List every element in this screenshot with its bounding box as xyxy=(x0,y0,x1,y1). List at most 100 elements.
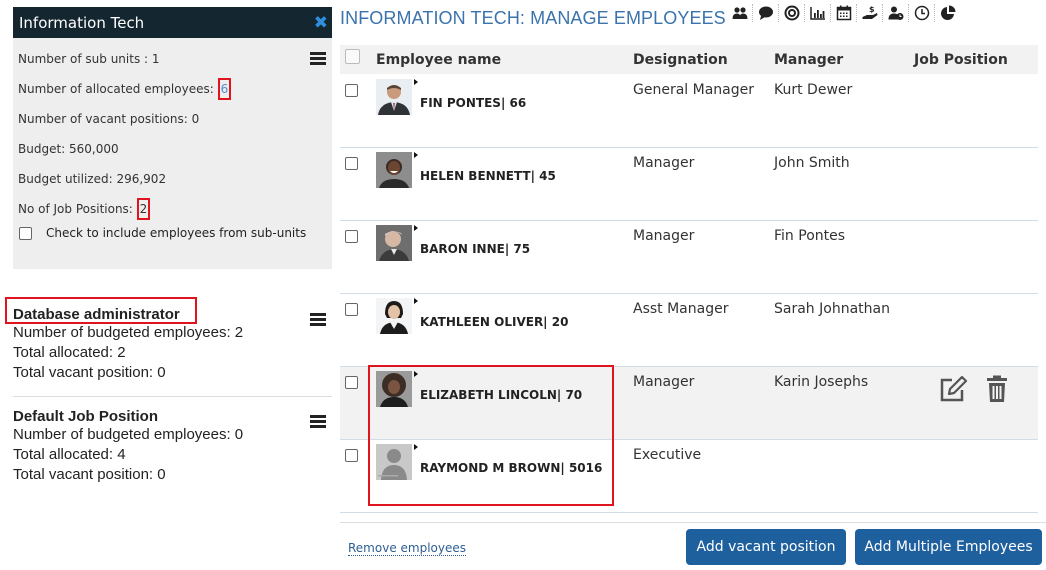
stat-allocated-employees: Number of allocated employees: 6 xyxy=(18,76,327,106)
expand-caret-icon[interactable] xyxy=(414,152,418,158)
expand-caret-icon[interactable] xyxy=(414,225,418,231)
remove-employees-link[interactable]: Remove employees xyxy=(348,541,466,556)
column-job-position[interactable]: Job Position xyxy=(914,52,1008,68)
job-position-menu-icon[interactable] xyxy=(310,313,326,326)
job-position-menu-icon[interactable] xyxy=(310,415,326,428)
add-multiple-employees-button[interactable]: Add Multiple Employees xyxy=(855,529,1042,565)
manager-cell: Kurt Dewer xyxy=(774,82,853,98)
unit-menu-icon[interactable] xyxy=(310,52,326,65)
stat-value: 0 xyxy=(191,112,200,126)
manager-cell: Sarah Johnathan xyxy=(774,301,890,317)
pie-chart-icon[interactable] xyxy=(935,4,961,22)
expand-caret-icon[interactable] xyxy=(414,444,418,450)
row-checkbox[interactable] xyxy=(345,157,358,170)
stat-value: 296,902 xyxy=(116,172,167,186)
stat-budget-utilized: Budget utilized: 296,902 xyxy=(18,166,327,196)
stat-value: 1 xyxy=(151,52,160,66)
designation-cell: Manager xyxy=(633,228,695,244)
manager-cell: Fin Pontes xyxy=(774,228,846,244)
edit-icon[interactable] xyxy=(938,375,968,403)
select-all-checkbox[interactable] xyxy=(345,49,360,64)
stat-sub-units: Number of sub units : 1 xyxy=(18,46,327,76)
target-icon[interactable] xyxy=(779,4,805,22)
manager-cell: John Smith xyxy=(774,155,850,171)
avatar-placeholder xyxy=(376,444,412,480)
column-manager[interactable]: Manager xyxy=(774,52,843,68)
calendar-icon[interactable] xyxy=(831,4,857,22)
row-actions xyxy=(938,375,1012,403)
unit-title: Information Tech xyxy=(19,13,145,32)
row-checkbox[interactable] xyxy=(345,230,358,243)
job-position-line: Number of budgeted employees: 0 xyxy=(13,426,244,443)
designation-cell: Executive xyxy=(633,447,702,463)
clock-icon[interactable] xyxy=(909,4,935,22)
avatar xyxy=(376,298,412,334)
employee-name[interactable]: BARON INNE| 75 xyxy=(420,242,530,256)
column-employee-name[interactable]: Employee name xyxy=(376,52,501,68)
people-icon[interactable] xyxy=(727,4,753,22)
svg-text:$: $ xyxy=(869,5,875,14)
include-subunits-row: Check to include employees from sub-unit… xyxy=(18,226,327,240)
user-clock-icon[interactable] xyxy=(883,4,909,22)
job-position-card: Database administrator Number of budgete… xyxy=(13,306,332,383)
stat-label: Budget: xyxy=(18,142,70,156)
stat-label: Budget utilized: xyxy=(18,172,117,186)
unit-header: Information Tech ✖ xyxy=(13,7,332,38)
payment-icon[interactable]: $ xyxy=(857,4,883,22)
close-icon[interactable]: ✖ xyxy=(314,13,328,33)
table-row[interactable]: KATHLEEN OLIVER| 20 Asst Manager Sarah J… xyxy=(340,294,1038,367)
row-checkbox[interactable] xyxy=(345,449,358,462)
avatar xyxy=(376,371,412,407)
employee-name[interactable]: KATHLEEN OLIVER| 20 xyxy=(420,315,568,329)
stat-label: Number of sub units : xyxy=(18,52,152,66)
job-position-card: Default Job Position Number of budgeted … xyxy=(13,408,332,485)
include-subunits-label: Check to include employees from sub-unit… xyxy=(46,226,307,240)
job-position-line: Total vacant position: 0 xyxy=(13,364,166,381)
table-row[interactable]: ELIZABETH LINCOLN| 70 Manager Karin Jose… xyxy=(340,367,1038,440)
table-row[interactable]: BARON INNE| 75 Manager Fin Pontes xyxy=(340,221,1038,294)
designation-cell: General Manager xyxy=(633,82,754,98)
avatar xyxy=(376,225,412,261)
delete-icon[interactable] xyxy=(982,375,1012,403)
job-position-line: Total allocated: 4 xyxy=(13,446,126,463)
allocated-employees-link[interactable]: 6 xyxy=(221,82,229,96)
employee-name[interactable]: ELIZABETH LINCOLN| 70 xyxy=(420,388,582,402)
expand-caret-icon[interactable] xyxy=(414,79,418,85)
designation-cell: Manager xyxy=(633,374,695,390)
job-position-title: Default Job Position xyxy=(13,408,159,425)
add-vacant-position-button[interactable]: Add vacant position xyxy=(686,529,846,565)
row-checkbox[interactable] xyxy=(345,84,358,97)
divider xyxy=(340,522,1046,523)
employee-name[interactable]: HELEN BENNETT| 45 xyxy=(420,169,556,183)
bar-chart-icon[interactable] xyxy=(805,4,831,22)
expand-caret-icon[interactable] xyxy=(414,298,418,304)
job-position-line: Total allocated: 2 xyxy=(13,344,126,361)
unit-info-panel: Information Tech ✖ Number of sub units :… xyxy=(13,7,332,269)
divider xyxy=(13,396,332,397)
expand-caret-icon[interactable] xyxy=(414,371,418,377)
job-position-line: Number of budgeted employees: 2 xyxy=(13,324,244,341)
stat-budget: Budget: 560,000 xyxy=(18,136,327,166)
chat-icon[interactable] xyxy=(753,4,779,22)
designation-cell: Asst Manager xyxy=(633,301,729,317)
employee-name[interactable]: FIN PONTES| 66 xyxy=(420,96,526,110)
unit-stats: Number of sub units : 1 Number of alloca… xyxy=(13,38,332,240)
manager-cell: Karin Josephs xyxy=(774,374,869,390)
employee-table-header: Employee name Designation Manager Job Po… xyxy=(340,45,1038,74)
table-row[interactable]: RAYMOND M BROWN| 5016 Executive xyxy=(340,440,1038,513)
stat-label: No of Job Positions: xyxy=(18,202,137,216)
include-subunits-checkbox[interactable] xyxy=(19,226,32,240)
designation-cell: Manager xyxy=(633,155,695,171)
table-row[interactable]: HELEN BENNETT| 45 Manager John Smith xyxy=(340,148,1038,221)
employee-name[interactable]: RAYMOND M BROWN| 5016 xyxy=(420,461,602,475)
stat-label: Number of allocated employees: xyxy=(18,82,218,96)
table-row[interactable]: FIN PONTES| 66 General Manager Kurt Dewe… xyxy=(340,75,1038,148)
avatar xyxy=(376,152,412,188)
toolbar: $ xyxy=(727,4,961,22)
stat-job-positions: No of Job Positions: 2 xyxy=(18,196,327,226)
job-position-line: Total vacant position: 0 xyxy=(13,466,166,483)
column-designation[interactable]: Designation xyxy=(633,52,728,68)
stat-value: 2 xyxy=(139,202,148,216)
row-checkbox[interactable] xyxy=(345,303,358,316)
row-checkbox[interactable] xyxy=(345,376,358,389)
